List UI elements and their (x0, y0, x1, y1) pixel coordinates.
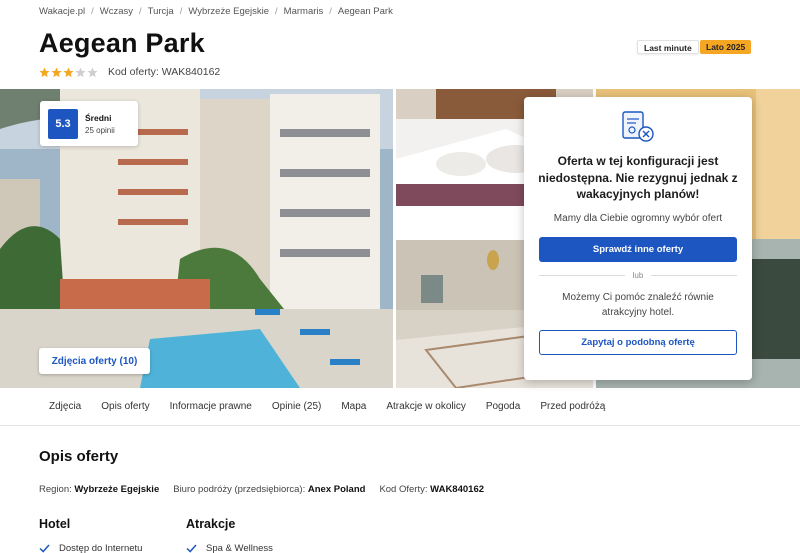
tab-map[interactable]: Mapa (331, 388, 376, 426)
tab-attractions[interactable]: Atrakcje w okolicy (376, 388, 475, 426)
review-count: 25 opinii (85, 125, 115, 135)
hotel-section-title: Hotel (39, 517, 71, 531)
offer-code: Kod oferty: WAK840162 (108, 66, 221, 78)
check-other-offers-button[interactable]: Sprawdź inne oferty (539, 237, 737, 262)
fact-tour-operator: Biuro podróży (przedsiębiorca): Anex Pol… (173, 484, 366, 495)
fact-region: Region: Wybrzeże Egejskie (39, 484, 160, 495)
unavailable-offer-modal: Oferta w tej konfiguracji jest niedostęp… (524, 97, 752, 380)
modal-help-text: Możemy Ci pomóc znaleźć równie atrakcyjn… (562, 292, 714, 318)
or-divider: lub (539, 269, 737, 281)
offer-tabs: Zdjęcia Opis oferty Informacje prawne Op… (0, 388, 800, 426)
tab-photos[interactable]: Zdjęcia (39, 388, 91, 426)
check-icon (186, 544, 197, 553)
ask-similar-offer-button[interactable]: Zapytaj o podobną ofertę (539, 330, 737, 355)
page-title: Aegean Park (39, 28, 205, 58)
attractions-section-title: Atrakcje (186, 517, 236, 531)
or-label: lub (632, 270, 644, 280)
tab-reviews[interactable]: Opinie (25) (262, 388, 331, 426)
star-filled-icon (63, 67, 74, 77)
breadcrumb-current: Aegean Park (337, 6, 393, 17)
breadcrumb-wczasy[interactable]: Wczasy (100, 6, 133, 17)
breadcrumb-home[interactable]: Wakacje.pl (39, 6, 85, 17)
last-minute-badge: Last minute (637, 40, 699, 54)
tab-description[interactable]: Opis oferty (91, 388, 159, 426)
tab-legal-info[interactable]: Informacje prawne (160, 388, 262, 426)
offer-facts: Region: Wybrzeże Egejskie Biuro podróży … (39, 484, 484, 495)
review-score-label: Średni (85, 112, 112, 123)
star-filled-icon (51, 67, 62, 77)
review-score-card[interactable]: 5.3 Średni 25 opinii (40, 101, 138, 146)
breadcrumb-country[interactable]: Turcja (148, 6, 174, 17)
star-filled-icon (39, 67, 50, 77)
unavailable-document-icon (622, 111, 654, 142)
attraction-feature-item: Spa & Wellness (186, 543, 273, 553)
star-rating (39, 67, 98, 78)
section-title: Opis oferty (39, 448, 119, 465)
tab-weather[interactable]: Pogoda (476, 388, 530, 426)
star-empty-icon (75, 67, 86, 77)
modal-subtitle: Mamy dla Ciebie ogromny wybór ofert (553, 213, 723, 224)
season-badge: Lato 2025 (700, 40, 752, 54)
photos-button[interactable]: Zdjęcia oferty (10) (39, 348, 150, 374)
breadcrumb-city[interactable]: Marmaris (284, 6, 324, 17)
tab-before-travel[interactable]: Przed podróżą (530, 388, 615, 426)
breadcrumb: Wakacje.pl / Wczasy / Turcja / Wybrzeże Ege… (39, 6, 393, 17)
breadcrumb-region[interactable]: Wybrzeże Egejskie (188, 6, 269, 17)
check-icon (39, 544, 50, 553)
modal-title: Oferta w tej konfiguracji jest niedostęp… (538, 154, 738, 201)
star-empty-icon (87, 67, 98, 77)
review-score: 5.3 (48, 108, 78, 139)
hotel-feature-item: Dostęp do Internetu (39, 543, 142, 553)
rating-row: Kod oferty: WAK840162 (39, 66, 220, 78)
fact-offer-code: Kod Oferty: WAK840162 (379, 484, 485, 495)
